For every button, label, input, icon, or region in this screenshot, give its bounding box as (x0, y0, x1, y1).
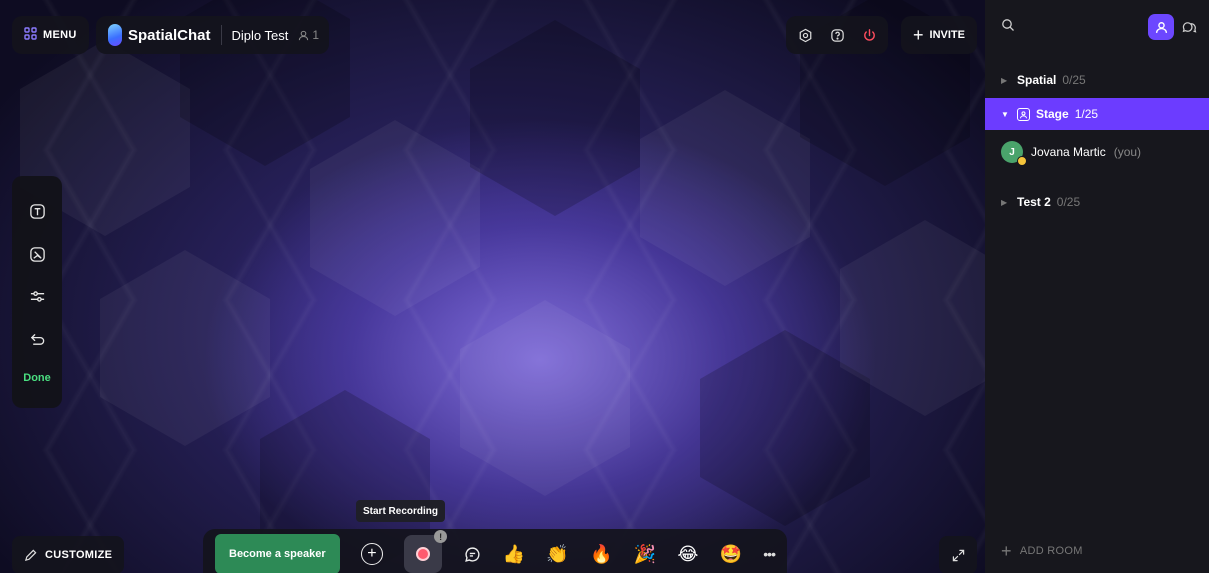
reaction-thumbs-up[interactable]: 👍 (503, 545, 525, 563)
room-name: Stage (1036, 107, 1069, 121)
customize-label: CUSTOMIZE (45, 549, 113, 561)
add-circle-icon[interactable]: + (360, 543, 383, 565)
info-icon: ! (434, 530, 448, 543)
reaction-fire[interactable]: 🔥 (590, 545, 612, 563)
record-tooltip: Start Recording (356, 500, 446, 522)
record-icon (416, 547, 431, 561)
user-count[interactable]: 1 (298, 28, 319, 42)
room-name[interactable]: Diplo Test (232, 28, 289, 43)
brand-bar: SpatialChat Diplo Test 1 (96, 16, 330, 54)
divider (220, 25, 222, 45)
bottom-bar: Become a speaker + ! 👍 👏 🔥 🎉 😂 🤩 ••• (203, 529, 787, 573)
record-button[interactable]: ! (404, 530, 448, 573)
search-icon[interactable] (1001, 18, 1015, 37)
menu-button[interactable]: MENU (12, 16, 89, 54)
image-icon[interactable] (26, 243, 48, 265)
caret-right-icon: ▶ (1001, 197, 1008, 207)
room-name: Spatial (1017, 73, 1057, 87)
room-name: Test 2 (1017, 195, 1051, 209)
room-count: 0/25 (1062, 73, 1086, 87)
reaction-star-eyes[interactable]: 🤩 (720, 545, 742, 563)
sidebar-header (985, 0, 1209, 54)
add-room-label: ADD ROOM (1019, 545, 1083, 557)
more-reactions-button[interactable]: ••• (763, 546, 776, 562)
reaction-clap[interactable]: 👏 (546, 545, 568, 563)
member-row[interactable]: J Jovana Martic (you) (985, 130, 1209, 174)
invite-label: INVITE (929, 29, 965, 41)
reaction-party[interactable]: 🎉 (634, 545, 656, 563)
sliders-icon[interactable] (26, 286, 48, 308)
top-controls (786, 16, 888, 54)
menu-label: MENU (43, 29, 77, 41)
rooms-sidebar: ▶ Spatial 0/25 ▼ Stage 1/25 J Jovana Mar… (985, 0, 1209, 573)
text-icon[interactable] (26, 200, 48, 222)
plus-icon: + (1001, 541, 1012, 561)
settings-icon[interactable] (796, 26, 814, 44)
caret-down-icon: ▼ (1001, 109, 1009, 119)
brand-logo: SpatialChat (108, 24, 211, 46)
background-hexagon (310, 120, 480, 316)
customize-button[interactable]: CUSTOMIZE (12, 536, 125, 573)
stage-canvas (0, 0, 985, 573)
pencil-icon (24, 549, 37, 561)
menu-grid-icon (24, 27, 37, 43)
expand-icon[interactable] (939, 536, 977, 573)
add-room-button[interactable]: + ADD ROOM (1001, 542, 1083, 560)
user-count-value: 1 (312, 28, 320, 42)
stage-icon (1017, 107, 1030, 121)
spatialchat-logo-icon (108, 24, 122, 46)
brand-name: SpatialChat (128, 26, 211, 44)
background-hexagon (100, 250, 270, 446)
become-speaker-button[interactable]: Become a speaker (215, 534, 340, 573)
help-icon[interactable] (828, 26, 846, 44)
edit-toolbar: Done (12, 176, 62, 408)
reaction-laugh[interactable]: 😂 (677, 545, 698, 563)
room-test-2[interactable]: ▶ Test 2 0/25 (985, 186, 1209, 218)
room-stage[interactable]: ▼ Stage 1/25 (985, 98, 1209, 130)
caret-right-icon: ▶ (1001, 75, 1008, 85)
avatar-initial: J (1009, 146, 1015, 158)
chat-bubble-icon[interactable] (1182, 20, 1197, 35)
member-name: Jovana Martic (1031, 145, 1106, 159)
undo-icon[interactable] (26, 329, 48, 351)
sidebar-tabs (1148, 14, 1197, 40)
power-icon[interactable] (860, 26, 878, 44)
host-badge-icon (1017, 156, 1027, 166)
chat-icon[interactable] (463, 545, 481, 563)
background-hexagon (640, 90, 810, 286)
room-count: 1/25 (1074, 107, 1099, 121)
background-hexagon (470, 20, 640, 216)
plus-icon: + (913, 25, 924, 45)
room-spatial[interactable]: ▶ Spatial 0/25 (985, 64, 1209, 96)
user-icon (299, 30, 309, 40)
member-you-tag: (you) (1113, 145, 1142, 159)
people-icon[interactable] (1148, 14, 1174, 40)
room-count: 0/25 (1056, 195, 1081, 209)
done-button[interactable]: Done (23, 372, 51, 384)
avatar: J (1001, 141, 1027, 166)
background-hexagon (460, 300, 630, 496)
invite-button[interactable]: + INVITE (901, 16, 977, 54)
